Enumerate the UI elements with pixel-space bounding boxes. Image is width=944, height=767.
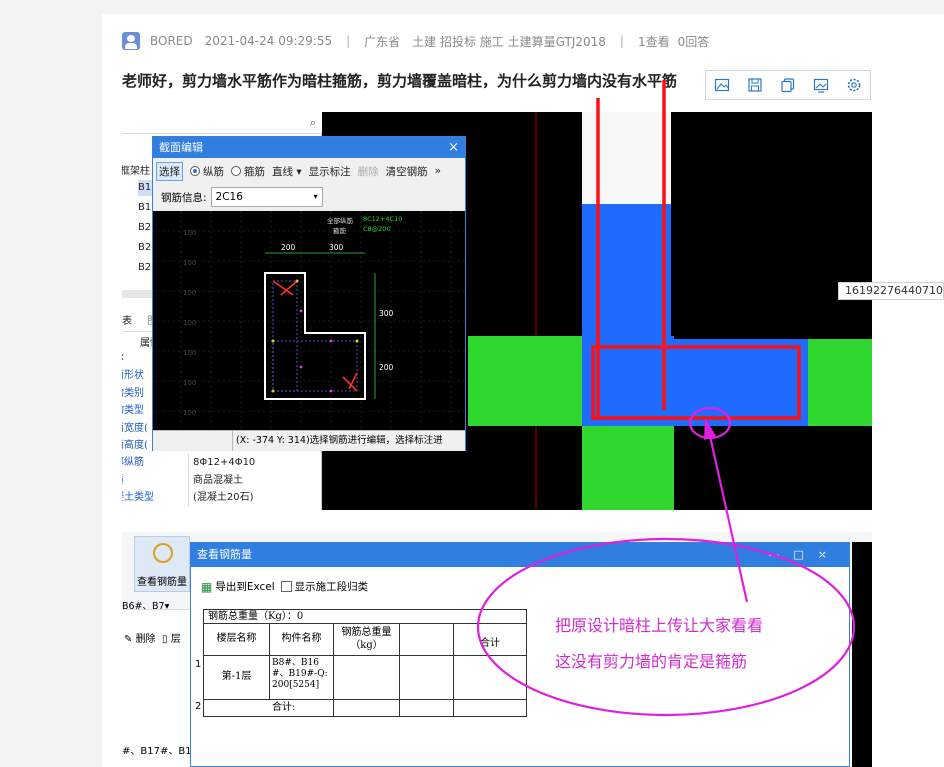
annotation-note: 把原设计暗柱上传让大家看看 这没有剪力墙的肯定是箍筋 xyxy=(555,608,763,680)
annotation-line: 这没有剪力墙的肯定是箍筋 xyxy=(555,652,748,671)
annotation-layer xyxy=(476,80,856,717)
id-tooltip: 16192276440710 xyxy=(838,282,944,300)
annotation-line: 把原设计暗柱上传让大家看看 xyxy=(555,616,764,635)
